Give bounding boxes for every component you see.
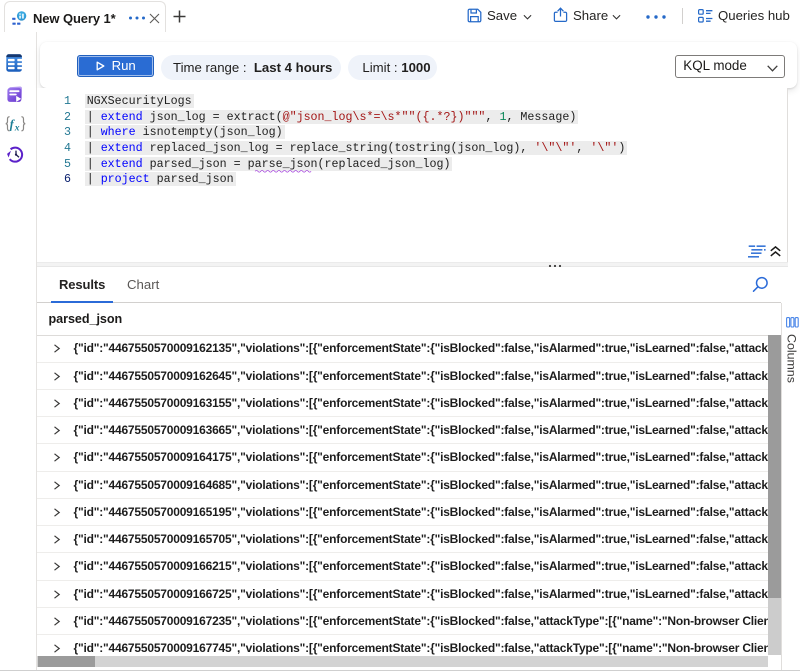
svg-text:x: x [14,123,20,133]
